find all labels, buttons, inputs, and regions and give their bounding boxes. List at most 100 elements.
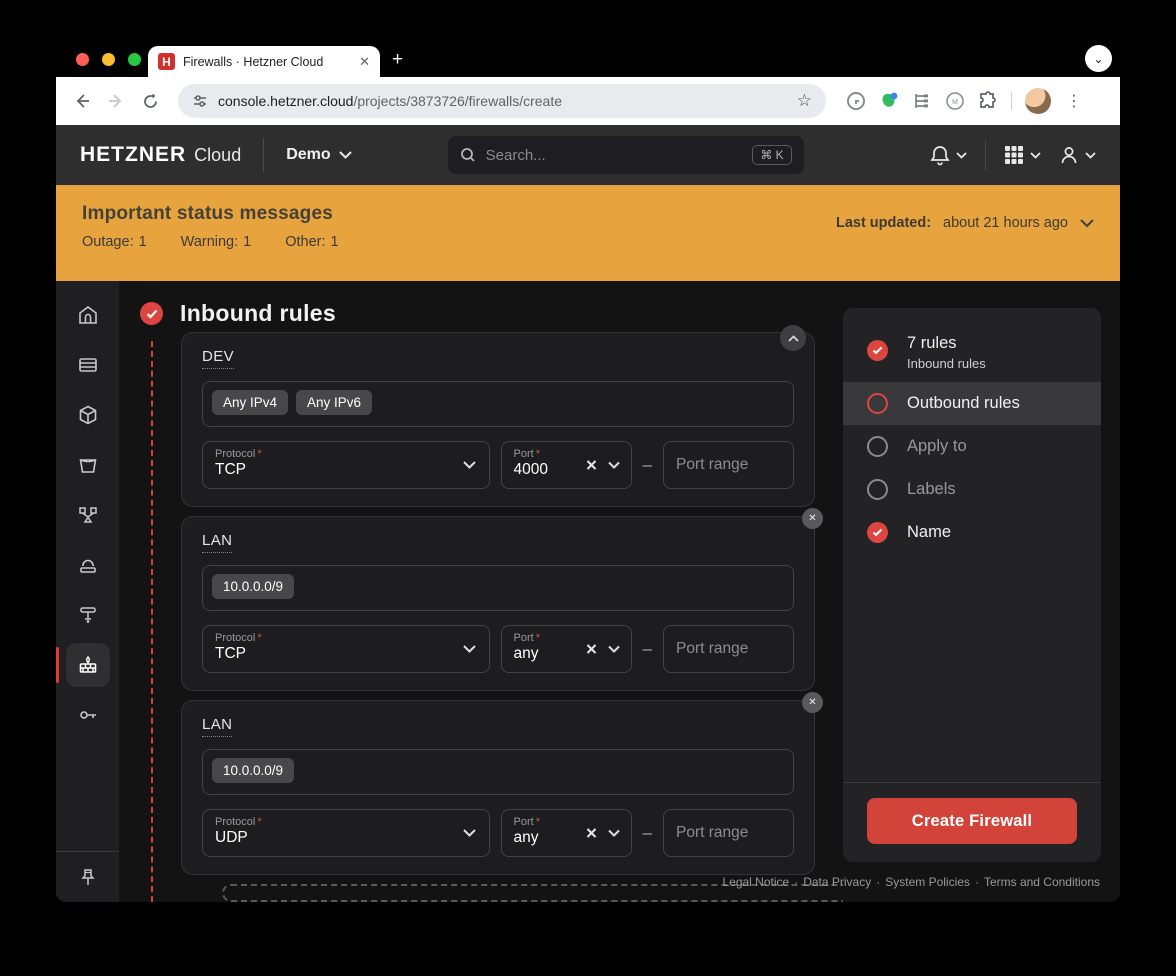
global-search[interactable]: ⌘ K [448,136,804,174]
port-select[interactable]: Port* [501,809,632,857]
rule-controls: Protocol* TCP Port* – [202,441,794,489]
banner-expand[interactable]: Last updated: about 21 hours ago [836,215,1094,231]
chevron-down-icon[interactable] [608,829,620,837]
list-extension-icon[interactable] [912,91,932,111]
collapse-rule-icon[interactable] [780,325,806,351]
port-label: Port* [514,448,619,460]
ip-chip[interactable]: 10.0.0.0/9 [212,758,294,783]
tab-search-button[interactable]: ⌄ [1085,45,1112,72]
port-select[interactable]: Port* [501,441,632,489]
forward-icon[interactable] [102,92,130,110]
rule-description[interactable]: LAN [202,532,232,553]
chevron-down-icon[interactable] [608,645,620,653]
rule-card: ✕ LAN 10.0.0.0/9 Protocol* UDP Port* [181,700,815,875]
port-value-input[interactable] [514,829,584,847]
nav-storage-icon[interactable] [66,443,110,487]
nav-home-icon[interactable] [66,293,110,337]
new-tab-button[interactable]: + [392,49,403,71]
project-selector[interactable]: Demo [286,146,351,164]
nav-networks-icon[interactable] [66,593,110,637]
terms-link[interactable]: Terms and Conditions [984,875,1100,889]
notifications-menu[interactable] [930,145,967,166]
data-privacy-link[interactable]: Data Privacy [803,875,871,889]
browser-tab[interactable]: H Firewalls · Hetzner Cloud ✕ [148,46,380,77]
right-column: 7 rules Inbound rules Outbound rules App… [843,308,1101,902]
protocol-select[interactable]: Protocol* TCP [202,441,490,489]
step-name[interactable]: Name [843,511,1101,554]
ip-chip[interactable]: Any IPv4 [212,390,288,415]
apps-menu[interactable] [1004,145,1041,165]
evernote-extension-icon[interactable] [879,91,899,111]
header-divider [985,140,986,170]
tab-strip: H Firewalls · Hetzner Cloud ✕ + ⌄ [56,40,1120,77]
clear-port-icon[interactable] [586,828,597,839]
protocol-value: TCP [215,645,285,663]
browser-menu-icon[interactable]: ⋮ [1066,91,1082,111]
rule-card: ✕ LAN 10.0.0.0/9 Protocol* TCP Port* [181,516,815,691]
main-content: Inbound rules DEV Any IPv4 Any IPv6 Prot… [119,281,843,902]
ips-input[interactable]: 10.0.0.0/9 [202,565,794,611]
port-range-input[interactable] [676,456,781,474]
clear-port-icon[interactable] [586,644,597,655]
rm-extension-icon[interactable]: M [945,91,965,111]
delete-rule-icon[interactable]: ✕ [802,508,823,529]
account-menu[interactable] [1059,145,1096,165]
protocol-select[interactable]: Protocol* TCP [202,625,490,673]
close-window-button[interactable] [76,53,89,66]
nav-load-balancer-icon[interactable] [66,493,110,537]
search-input[interactable] [486,147,743,164]
site-settings-icon[interactable] [192,93,208,109]
url-text[interactable]: console.hetzner.cloud/projects/3873726/f… [218,93,787,109]
rule-description[interactable]: DEV [202,348,234,369]
port-range-input[interactable] [676,824,781,842]
extensions-puzzle-icon[interactable] [978,91,998,111]
profile-avatar[interactable] [1025,88,1051,114]
step-inbound-rules[interactable]: 7 rules Inbound rules [843,320,1101,382]
rule-cards: DEV Any IPv4 Any IPv6 Protocol* TCP Port… [181,332,815,902]
nav-volumes-icon[interactable] [66,543,110,587]
port-value-input[interactable] [514,645,584,663]
hetzner-logo[interactable]: HETZNER [80,143,186,167]
bookmark-star-icon[interactable]: ☆ [797,91,812,111]
port-range-field[interactable] [663,809,794,857]
nav-servers-icon[interactable] [66,343,110,387]
port-select[interactable]: Port* [501,625,632,673]
ips-input[interactable]: Any IPv4 Any IPv6 [202,381,794,427]
step-outbound-rules[interactable]: Outbound rules [843,382,1101,425]
reload-icon[interactable] [136,93,164,110]
nav-security-icon[interactable] [66,693,110,737]
system-policies-link[interactable]: System Policies [885,875,970,889]
port-range-dash: – [643,455,652,475]
port-range-field[interactable] [663,441,794,489]
outage-stat: Outage:1 [82,234,147,250]
clear-port-icon[interactable] [586,460,597,471]
tab-close-icon[interactable]: ✕ [359,54,370,70]
legal-notice-link[interactable]: Legal Notice [722,875,789,889]
ip-chip[interactable]: 10.0.0.0/9 [212,574,294,599]
search-shortcut-badge: ⌘ K [752,145,791,165]
other-stat: Other:1 [285,234,338,250]
grammarly-extension-icon[interactable] [846,91,866,111]
port-range-input[interactable] [676,640,781,658]
page-title: Inbound rules [180,300,336,327]
rule-description[interactable]: LAN [202,716,232,737]
ips-input[interactable]: 10.0.0.0/9 [202,749,794,795]
delete-rule-icon[interactable]: ✕ [802,692,823,713]
port-value-input[interactable] [514,461,584,479]
chevron-down-icon[interactable] [608,461,620,469]
address-bar[interactable]: console.hetzner.cloud/projects/3873726/f… [178,84,826,118]
protocol-label: Protocol* [215,816,477,828]
minimize-window-button[interactable] [102,53,115,66]
port-range-field[interactable] [663,625,794,673]
maximize-window-button[interactable] [128,53,141,66]
create-firewall-button[interactable]: Create Firewall [867,798,1077,844]
ip-chip[interactable]: Any IPv6 [296,390,372,415]
step-labels[interactable]: Labels [843,468,1101,511]
pin-sidebar-icon[interactable] [56,851,119,902]
back-icon[interactable] [68,92,96,110]
nav-images-icon[interactable] [66,393,110,437]
nav-firewalls-icon[interactable] [66,643,110,687]
protocol-select[interactable]: Protocol* UDP [202,809,490,857]
step-apply-to[interactable]: Apply to [843,425,1101,468]
apps-grid-icon [1004,145,1024,165]
